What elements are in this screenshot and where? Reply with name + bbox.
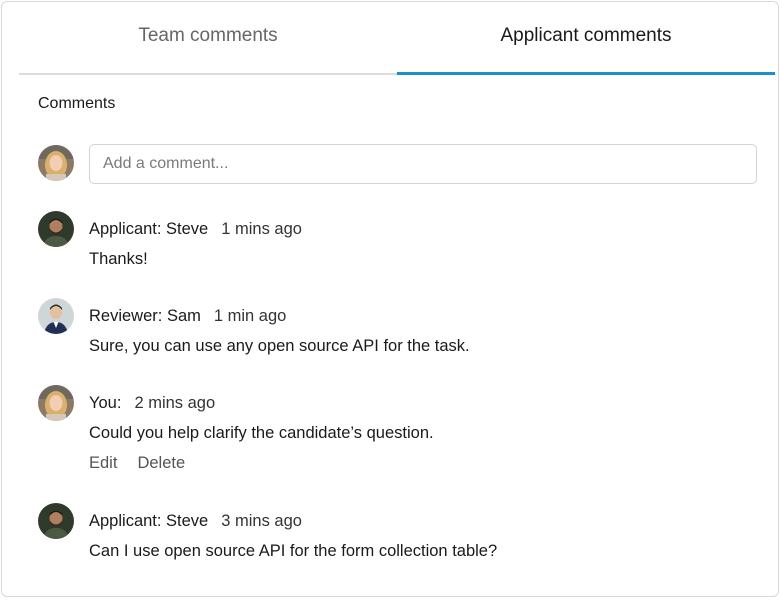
current-user-avatar <box>38 145 74 181</box>
comment-author: Applicant: Steve <box>89 220 209 238</box>
add-comment-input[interactable] <box>89 144 757 184</box>
comment-time: 1 mins ago <box>221 220 302 238</box>
comment-text: Can I use open source API for the form c… <box>89 542 498 560</box>
edit-button[interactable]: Edit <box>89 454 117 473</box>
tab-applicant-comments[interactable]: Applicant comments <box>397 2 775 75</box>
comment-header: Applicant: Steve 1 mins ago <box>89 220 302 239</box>
comment-author: You: <box>89 394 122 412</box>
comment-actions: Edit Delete <box>89 454 185 473</box>
comment-header: Reviewer: Sam 1 min ago <box>89 307 286 326</box>
comment-text: Sure, you can use any open source API fo… <box>89 337 470 355</box>
comment-author: Applicant: Steve <box>89 512 209 530</box>
comment-text: Thanks! <box>89 250 148 268</box>
comment-time: 1 min ago <box>213 307 287 325</box>
comment-time: 2 mins ago <box>134 394 216 412</box>
avatar <box>38 385 74 421</box>
comment-tabs: Team comments Applicant comments <box>19 2 775 75</box>
comments-panel: Team comments Applicant comments Comment… <box>1 1 779 597</box>
comment-time: 3 mins ago <box>221 512 302 530</box>
comment-text: Could you help clarify the candidate’s q… <box>89 424 434 442</box>
comment-header: Applicant: Steve 3 mins ago <box>89 512 302 531</box>
avatar <box>38 211 74 247</box>
section-title: Comments <box>38 95 116 112</box>
comment-header: You: 2 mins ago <box>89 394 215 413</box>
tab-team-comments[interactable]: Team comments <box>19 2 397 73</box>
avatar <box>38 503 74 539</box>
comment-author: Reviewer: Sam <box>89 307 201 325</box>
avatar <box>38 298 74 334</box>
delete-button[interactable]: Delete <box>137 454 185 473</box>
